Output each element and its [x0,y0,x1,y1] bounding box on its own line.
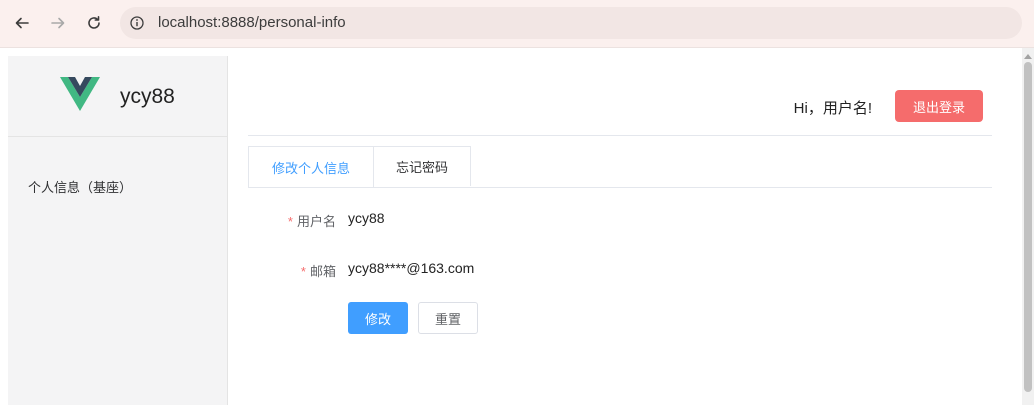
info-icon[interactable] [130,16,144,30]
url-text: localhost:8888/personal-info [158,14,346,31]
username-label: * 用户名 [288,211,336,230]
brand-name: ycy88 [120,85,175,108]
submit-button[interactable]: 修改 [348,302,408,334]
page-scrollbar[interactable] [1022,48,1034,405]
reload-button[interactable] [82,11,106,35]
tab-edit-profile[interactable]: 修改个人信息 [248,146,374,187]
browser-toolbar: localhost:8888/personal-info [0,0,1034,48]
tab-bar: 修改个人信息 忘记密码 [248,146,992,188]
arrow-right-icon [51,17,65,29]
back-button[interactable] [10,11,34,35]
main-content: Hi，用户名! 退出登录 修改个人信息 忘记密码 * 用户名 ycy88 * 邮箱 … [248,48,992,405]
scroll-thumb[interactable] [1024,62,1032,392]
username-label-text: 用户名 [296,214,336,229]
sidebar-item-personal-info[interactable]: 个人信息（基座） [28,177,132,196]
vue-logo-icon [60,77,100,111]
username-row: * 用户名 ycy88 [248,208,992,232]
scroll-up-icon[interactable] [1024,54,1032,59]
greeting-text: Hi，用户名! [793,100,872,117]
required-mark: * [287,214,293,229]
address-bar[interactable]: localhost:8888/personal-info [120,7,1022,39]
required-mark: * [300,264,306,279]
email-label: * 邮箱 [301,261,336,280]
forward-button[interactable] [46,11,70,35]
logo-area: ycy88 [8,56,227,137]
tab-forgot-password[interactable]: 忘记密码 [373,146,471,186]
reset-button[interactable]: 重置 [418,302,478,334]
page: ycy88 个人信息（基座） Hi，用户名! 退出登录 修改个人信息 忘记密码 … [0,48,1034,405]
reload-icon [88,16,100,29]
header-divider [248,135,992,136]
email-value: ycy88****@163.com [348,260,475,276]
username-value: ycy88 [348,210,385,226]
arrow-left-icon [15,17,29,29]
logout-button[interactable]: 退出登录 [895,90,983,122]
sidebar: ycy88 个人信息（基座） [8,56,228,405]
email-label-text: 邮箱 [309,264,336,279]
email-row: * 邮箱 ycy88****@163.com [248,258,992,282]
